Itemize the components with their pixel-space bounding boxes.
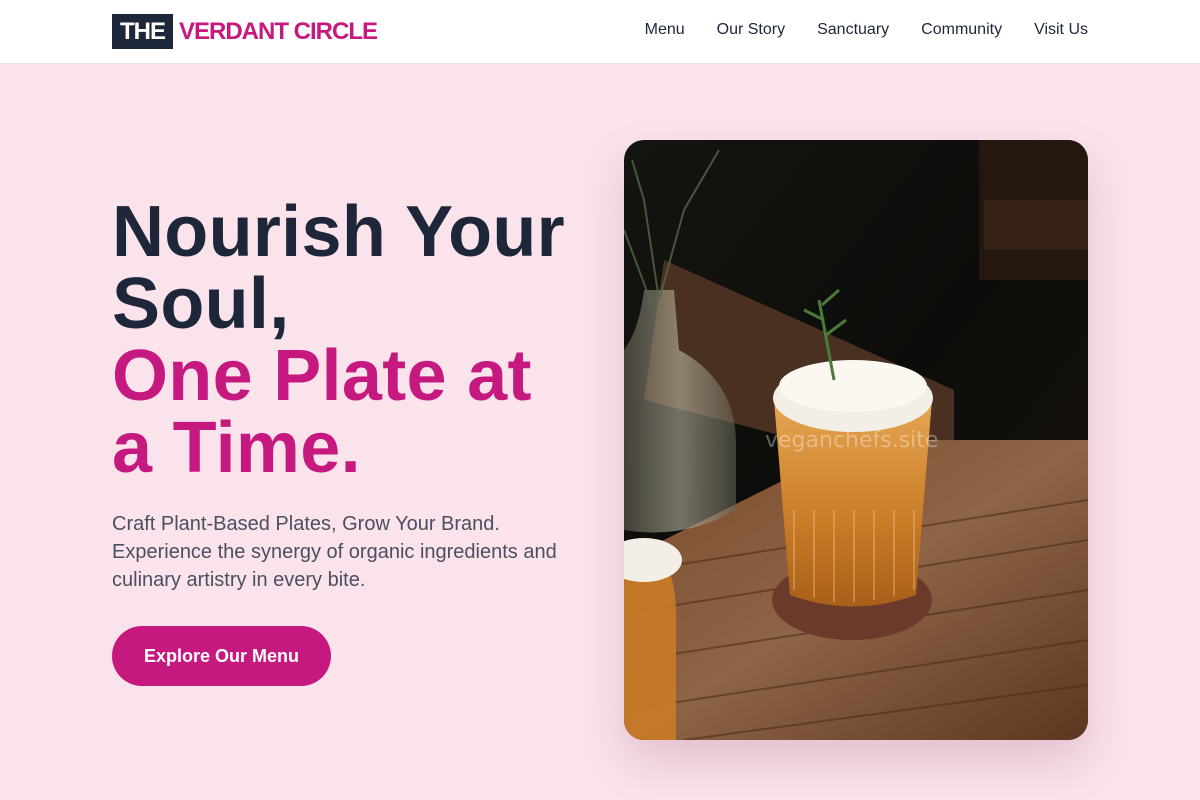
drink-photo-illustration	[624, 140, 1088, 740]
hero-text-block: Nourish Your Soul, One Plate at a Time. …	[112, 196, 582, 686]
nav-link-sanctuary[interactable]: Sanctuary	[817, 21, 889, 38]
nav-link-community[interactable]: Community	[921, 21, 1002, 38]
nav-item-community: Community	[921, 20, 1002, 40]
hero-image-drink: veganchefs.site	[624, 140, 1088, 740]
top-navbar: THE VERDANT CIRCLE Menu Our Story Sanctu…	[0, 0, 1200, 64]
main-nav: Menu Our Story Sanctuary Community Visit…	[613, 20, 1088, 40]
headline-line-1: Nourish Your	[112, 192, 565, 272]
nav-item-sanctuary: Sanctuary	[817, 20, 889, 40]
headline-line-4: a Time.	[112, 408, 361, 488]
headline-line-3: One Plate at	[112, 336, 532, 416]
site-logo[interactable]: THE VERDANT CIRCLE	[112, 14, 378, 49]
nav-item-menu: Menu	[645, 20, 685, 40]
hero-headline: Nourish Your Soul, One Plate at a Time.	[112, 196, 582, 484]
hero-subtext: Craft Plant-Based Plates, Grow Your Bran…	[112, 513, 557, 591]
nav-link-visit-us[interactable]: Visit Us	[1034, 21, 1088, 38]
logo-the-box: THE	[112, 14, 173, 49]
headline-line-2: Soul,	[112, 264, 290, 344]
nav-item-visit-us: Visit Us	[1034, 20, 1088, 40]
logo-wordmark: VERDANT CIRCLE	[179, 17, 378, 45]
explore-menu-button[interactable]: Explore Our Menu	[112, 626, 332, 686]
nav-link-menu[interactable]: Menu	[645, 21, 685, 38]
nav-link-our-story[interactable]: Our Story	[717, 21, 785, 38]
nav-item-our-story: Our Story	[717, 20, 785, 40]
